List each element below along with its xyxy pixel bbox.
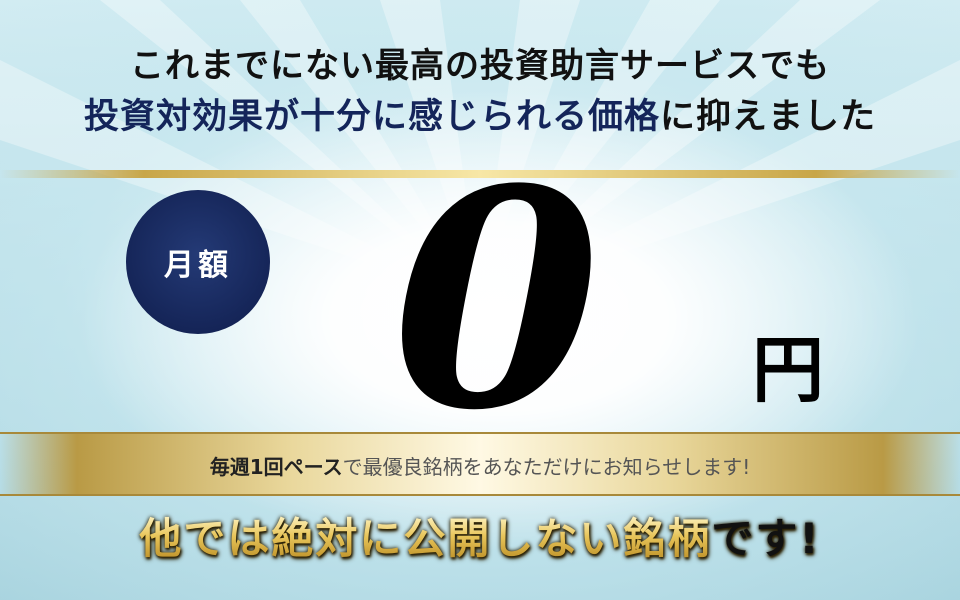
band-bold-part: 毎週1回 xyxy=(209,455,284,479)
band-rest: で最優良銘柄をあなただけにお知らせします! xyxy=(342,455,751,479)
tagline-black-part: です! xyxy=(711,514,821,563)
bottom-tagline: 他では絶対に公開しない銘柄です! xyxy=(0,505,960,566)
headline-rest: に抑えました xyxy=(660,97,877,137)
price-amount: 0 xyxy=(392,123,601,476)
price-unit: 円 xyxy=(752,328,825,412)
tagline-gold-part: 他では絶対に公開しない銘柄 xyxy=(139,514,712,563)
band-message: 毎週1回ペースで最優良銘柄をあなただけにお知らせします! xyxy=(0,451,960,480)
headline-line-1: これまでにない最高の投資助言サービスでも xyxy=(130,46,830,86)
band-light-part: ペース xyxy=(283,455,343,479)
badge-label: 月額 xyxy=(164,248,232,283)
monthly-fee-badge: 月額 xyxy=(126,190,270,334)
